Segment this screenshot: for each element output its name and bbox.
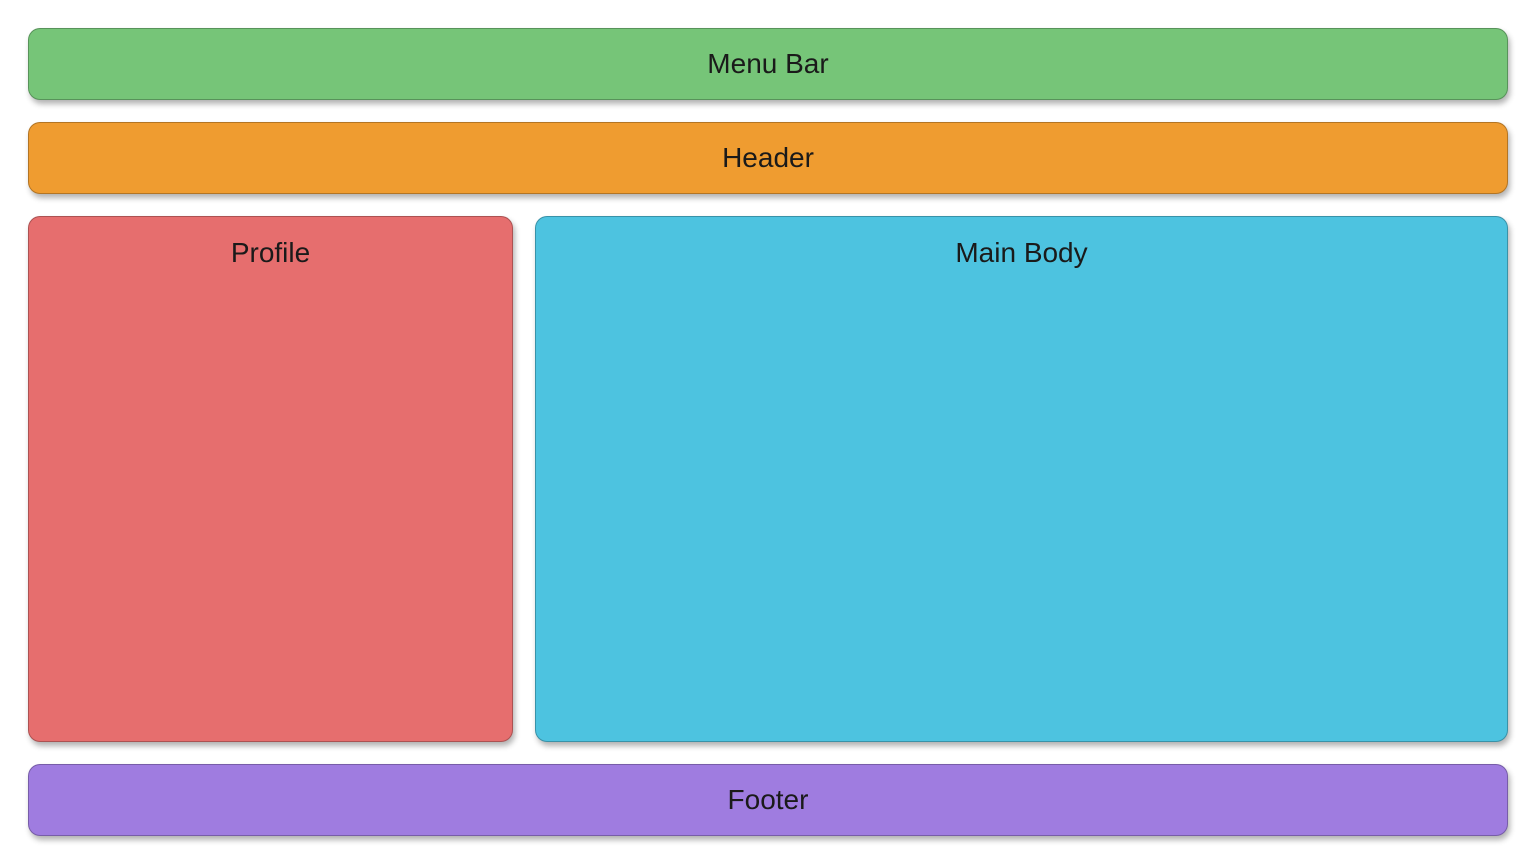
menu-bar-region: Menu Bar — [28, 28, 1508, 100]
header-region: Header — [28, 122, 1508, 194]
footer-region: Footer — [28, 764, 1508, 836]
middle-row: Profile Main Body — [28, 216, 1508, 742]
menu-bar-label: Menu Bar — [707, 48, 828, 80]
footer-label: Footer — [728, 784, 809, 816]
profile-region: Profile — [28, 216, 513, 742]
header-label: Header — [722, 142, 814, 174]
main-body-region: Main Body — [535, 216, 1508, 742]
profile-label: Profile — [231, 237, 310, 268]
main-body-label: Main Body — [955, 237, 1087, 268]
